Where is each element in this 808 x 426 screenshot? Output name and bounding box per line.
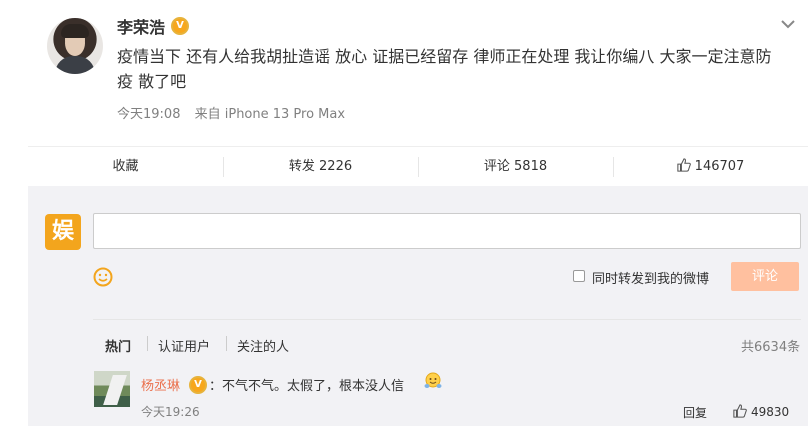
comment-input[interactable]: [93, 213, 801, 249]
current-user-avatar[interactable]: 娱: [45, 214, 81, 250]
emoji-picker-icon[interactable]: [93, 267, 113, 287]
post-action-bar: 收藏 转发 2226 评论 5818 146707: [28, 146, 808, 188]
tab-hot[interactable]: 热门: [105, 336, 131, 355]
comment-like-count: 49830: [751, 405, 790, 419]
verified-badge-icon: [171, 17, 189, 35]
comment-total-count: 共6634条: [741, 340, 801, 355]
commenter-avatar[interactable]: [94, 371, 130, 407]
comment-button[interactable]: 评论 5818: [418, 147, 613, 187]
avatar-figure-shape: [103, 375, 127, 405]
thumbs-up-icon: [733, 404, 747, 418]
tab-divider: [226, 336, 227, 351]
tab-verified-users[interactable]: 认证用户: [158, 336, 210, 355]
tab-divider: [147, 336, 148, 351]
tab-following[interactable]: 关注的人: [237, 336, 289, 355]
like-count: 146707: [694, 159, 745, 174]
submit-comment-button[interactable]: 评论: [731, 262, 799, 291]
poster-avatar[interactable]: [47, 18, 103, 74]
like-button[interactable]: 146707: [613, 147, 808, 187]
comment-text: ：不气不气。太假了，根本没人信: [209, 379, 405, 394]
collect-button[interactable]: 收藏: [28, 147, 223, 187]
poster-username[interactable]: 李荣浩: [117, 14, 165, 38]
sync-forward-checkbox[interactable]: [573, 270, 585, 282]
post-time[interactable]: 今天19:08: [117, 107, 180, 122]
comment-like-button[interactable]: 49830: [733, 404, 789, 419]
forward-button[interactable]: 转发 2226: [223, 147, 418, 187]
post-body-text: 疫情当下 还有人给我胡扯造谣 放心 证据已经留存 律师正在处理 我让你编八 大家…: [117, 47, 772, 91]
comment-time: 今天19:26: [141, 405, 200, 419]
chevron-down-icon[interactable]: [780, 18, 796, 30]
weibo-post: 李荣浩 疫情当下 还有人给我胡扯造谣 放心 证据已经留存 律师正在处理 我让你编…: [0, 0, 808, 145]
commenter-username[interactable]: 杨丞琳: [141, 375, 180, 394]
reply-button[interactable]: 回复: [683, 404, 707, 421]
sync-forward-label[interactable]: 同时转发到我的微博: [592, 268, 709, 287]
post-source: 来自 iPhone 13 Pro Max: [194, 107, 346, 122]
avatar-hair-shape: [61, 24, 89, 38]
hug-emoji-icon: [424, 372, 442, 388]
verified-badge-icon: [189, 376, 207, 394]
comment-tabs-divider: [93, 319, 801, 320]
user-avatar-glyph-icon: 娱: [51, 219, 74, 244]
thumbs-up-icon: [677, 158, 691, 172]
avatar-body-shape: [55, 56, 95, 74]
post-meta: 今天19:08 来自 iPhone 13 Pro Max: [117, 103, 355, 122]
